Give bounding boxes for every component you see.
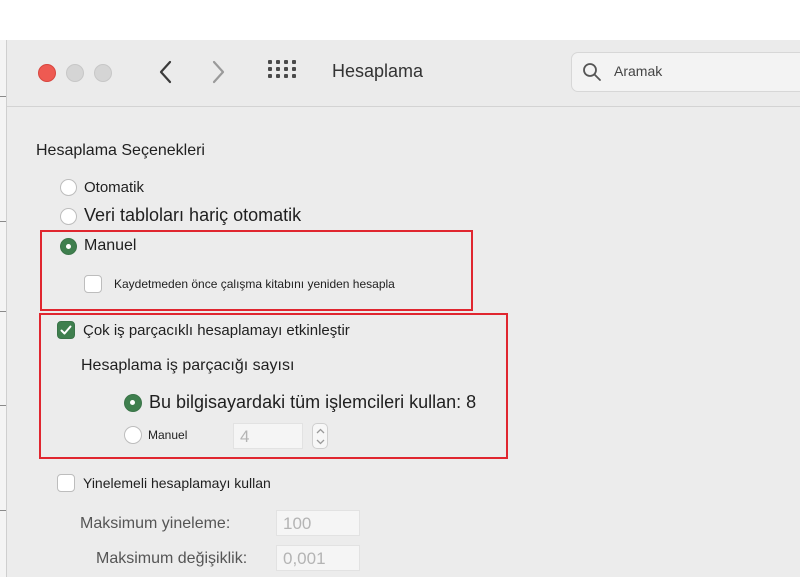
threads-heading: Hesaplama iş parçacığı sayısı <box>81 357 295 374</box>
forward-button[interactable] <box>205 58 231 86</box>
radio-use-all-processors[interactable] <box>124 394 142 412</box>
radio-otomatik[interactable] <box>60 179 77 196</box>
max-change-field[interactable]: 0,001 <box>276 545 360 571</box>
max-iterations-label: Maksimum yineleme: <box>80 515 231 532</box>
radio-manuel-label[interactable]: Manuel <box>84 237 136 255</box>
zoom-icon[interactable] <box>94 64 112 82</box>
radio-manuel[interactable] <box>60 238 77 255</box>
stepper-up-icon <box>316 428 325 434</box>
preferences-window: Hesaplama Hesaplama Seçenekleri Otomatik… <box>7 40 800 577</box>
max-change-label: Maksimum değişiklik: <box>96 550 248 567</box>
background-sheet-edge <box>0 40 7 577</box>
search-field[interactable] <box>571 52 800 92</box>
stepper-down-icon <box>316 439 325 445</box>
iterative-checkbox[interactable] <box>57 474 75 492</box>
titlebar: Hesaplama <box>7 40 800 107</box>
thread-count-stepper[interactable] <box>312 423 328 449</box>
thread-manual-label[interactable]: Manuel <box>148 428 187 442</box>
section-title: Hesaplama Seçenekleri <box>36 142 205 159</box>
radio-otomatik-label[interactable]: Otomatik <box>84 179 144 196</box>
recalc-before-save-label[interactable]: Kaydetmeden önce çalışma kitabını yenide… <box>114 277 395 291</box>
chevron-left-icon <box>159 60 172 84</box>
thread-count-field[interactable]: 4 <box>233 423 303 449</box>
window-title: Hesaplama <box>332 61 424 81</box>
chevron-right-icon <box>212 60 225 84</box>
max-iterations-field[interactable]: 100 <box>276 510 360 536</box>
iterative-label[interactable]: Yinelemeli hesaplamayı kullan <box>83 475 271 491</box>
show-all-button[interactable] <box>268 60 296 84</box>
content-area: Hesaplama Seçenekleri Otomatik Veri tabl… <box>7 107 800 577</box>
multithread-checkbox[interactable] <box>57 321 75 339</box>
radio-veri-tablolari[interactable] <box>60 208 77 225</box>
back-button[interactable] <box>153 58 179 86</box>
checkmark-icon <box>60 325 72 335</box>
search-input[interactable] <box>614 63 794 79</box>
use-all-processors-label[interactable]: Bu bilgisayardaki tüm işlemcileri kullan… <box>149 392 476 413</box>
close-icon[interactable] <box>38 64 56 82</box>
multithread-label[interactable]: Çok iş parçacıklı hesaplamayı etkinleşti… <box>83 322 350 339</box>
search-icon <box>583 63 601 81</box>
recalc-before-save-checkbox[interactable] <box>84 275 102 293</box>
minimize-icon[interactable] <box>66 64 84 82</box>
radio-thread-manual[interactable] <box>124 426 142 444</box>
radio-veri-tablolari-label[interactable]: Veri tabloları hariç otomatik <box>84 205 301 226</box>
